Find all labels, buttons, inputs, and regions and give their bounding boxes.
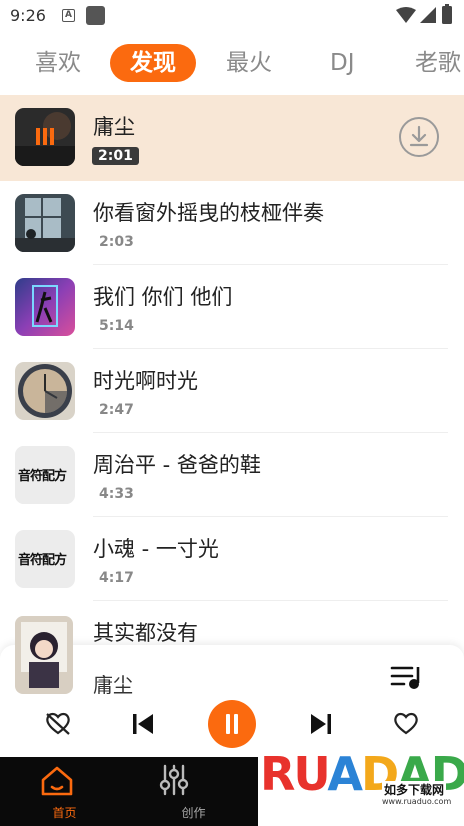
- song-title: 时光啊时光: [93, 369, 198, 393]
- player-cover[interactable]: [15, 616, 73, 694]
- tab-likes[interactable]: 喜欢: [35, 46, 81, 80]
- notification-a-icon: A: [62, 9, 75, 22]
- song-duration: 4:33: [99, 486, 134, 502]
- playlist-icon[interactable]: [390, 663, 424, 693]
- previous-icon[interactable]: [132, 713, 154, 735]
- tab-dj[interactable]: DJ: [330, 46, 355, 80]
- wifi-icon: [396, 7, 416, 23]
- song-title: 我们 你们 他们: [93, 285, 233, 309]
- song-title: 周治平 - 爸爸的鞋: [93, 453, 261, 477]
- song-cover: 音符配方: [15, 530, 75, 588]
- song-cover: [15, 108, 75, 166]
- nav-home[interactable]: 首页: [0, 757, 129, 826]
- sliders-icon: [159, 764, 189, 796]
- tab-hot[interactable]: 最火: [226, 46, 272, 80]
- watermark: RUADADO 如多下载网 www.ruaduo.com: [258, 747, 464, 826]
- song-row[interactable]: 音符配方 周治平 - 爸爸的鞋 4:33: [0, 433, 464, 517]
- category-tabs: 喜欢 发现 最火 DJ 老歌: [0, 38, 464, 92]
- dislike-heart-icon[interactable]: [45, 712, 71, 736]
- tab-oldies[interactable]: 老歌: [415, 46, 461, 80]
- song-duration: 2:03: [99, 234, 134, 250]
- song-row-current[interactable]: 庸尘 2:01: [0, 95, 464, 181]
- signal-icon: [420, 7, 436, 23]
- song-cover: [15, 194, 75, 252]
- song-title: 小魂 - 一寸光: [93, 537, 219, 561]
- battery-icon: [442, 4, 452, 24]
- cover-logo-text: 音符配方: [18, 469, 67, 484]
- watermark-cn: 如多下载网: [382, 781, 447, 798]
- song-title: 你看窗外摇曳的枝桠伴奏: [93, 201, 324, 225]
- notification-square-icon: [86, 6, 105, 25]
- status-bar: 9:26 A: [0, 0, 464, 32]
- next-icon[interactable]: [310, 713, 332, 735]
- song-row[interactable]: 你看窗外摇曳的枝桠伴奏 2:03: [0, 181, 464, 265]
- nav-create-label: 创作: [181, 806, 206, 820]
- nav-create[interactable]: 创作: [129, 757, 258, 826]
- download-icon: [409, 125, 429, 147]
- song-cover: [15, 362, 75, 420]
- song-duration: 2:01: [92, 147, 139, 165]
- nav-home-label: 首页: [52, 806, 77, 820]
- song-duration: 5:14: [99, 318, 134, 334]
- song-title: 其实都没有: [93, 621, 198, 645]
- watermark-url: www.ruaduo.com: [382, 797, 452, 806]
- song-duration: 4:17: [99, 570, 134, 586]
- song-cover: 音符配方: [15, 446, 75, 504]
- song-row[interactable]: 时光啊时光 2:47: [0, 349, 464, 433]
- pause-button[interactable]: [208, 700, 256, 748]
- cover-logo-text: 音符配方: [18, 553, 67, 568]
- song-cover: [15, 278, 75, 336]
- song-duration: 2:47: [99, 402, 134, 418]
- home-icon: [41, 766, 73, 796]
- song-row[interactable]: 我们 你们 他们 5:14: [0, 265, 464, 349]
- song-row[interactable]: 音符配方 小魂 - 一寸光 4:17: [0, 517, 464, 601]
- status-time: 9:26: [10, 6, 46, 25]
- like-heart-icon[interactable]: [393, 712, 419, 736]
- song-title: 庸尘: [93, 115, 135, 139]
- player-song-title: 庸尘: [93, 673, 133, 697]
- tab-discover[interactable]: 发现: [110, 44, 196, 82]
- download-button[interactable]: [399, 117, 439, 157]
- bottom-navigation: 首页 创作: [0, 757, 258, 826]
